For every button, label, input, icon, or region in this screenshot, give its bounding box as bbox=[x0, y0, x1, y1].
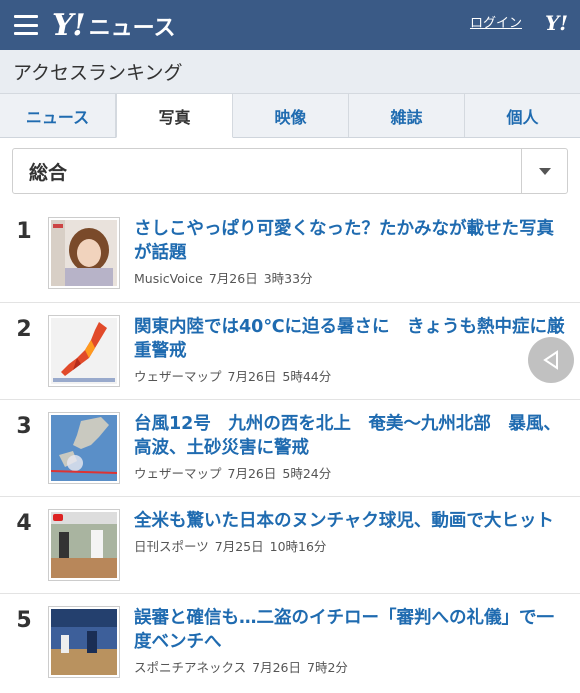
tab-individual[interactable]: 個人 bbox=[465, 94, 580, 137]
rank-number: 1 bbox=[16, 219, 32, 244]
article-time: 10時16分 bbox=[269, 539, 327, 554]
article-source: ウェザーマップ bbox=[134, 369, 222, 384]
tab-video[interactable]: 映像 bbox=[233, 94, 349, 137]
rank-number: 5 bbox=[16, 608, 32, 633]
article-source: ウェザーマップ bbox=[134, 466, 222, 481]
article-time: 3時33分 bbox=[263, 271, 313, 286]
page-title: アクセスランキング bbox=[13, 62, 183, 84]
thumbnail-image[interactable] bbox=[48, 606, 120, 678]
app-header: Y! ニュース ログイン Y! bbox=[0, 0, 580, 50]
tab-news[interactable]: ニュース bbox=[0, 94, 116, 137]
ranking-item[interactable]: 1 さしこやっぱり可愛くなった？たかみなが載せた写真が話題 MusicVoice… bbox=[0, 205, 580, 302]
article-title-link[interactable]: さしこやっぱり可愛くなった？たかみなが載せた写真が話題 bbox=[134, 217, 566, 265]
rank-number: 2 bbox=[16, 317, 32, 342]
thumbnail-image[interactable] bbox=[48, 509, 120, 581]
tab-photo[interactable]: 写真 bbox=[116, 94, 233, 138]
yahoo-top-icon[interactable]: Y! bbox=[545, 11, 568, 35]
login-link[interactable]: ログイン bbox=[470, 12, 522, 31]
ranking-item[interactable]: 2 関東内陸では40℃に迫る暑さに きょうも熱中症に厳重警戒 ウェザーマップ 7月… bbox=[0, 302, 580, 399]
ranking-list: 1 さしこやっぱり可愛くなった？たかみなが載せた写真が話題 MusicVoice… bbox=[0, 205, 580, 690]
thumbnail-image[interactable] bbox=[48, 217, 120, 289]
logo-text: ニュース bbox=[88, 15, 176, 41]
category-tabs: ニュース 写真 映像 雑誌 個人 bbox=[0, 94, 580, 138]
chevron-down-icon[interactable] bbox=[521, 149, 567, 193]
article-date: 7月26日 bbox=[208, 271, 258, 286]
category-select[interactable]: 総合 bbox=[12, 148, 568, 194]
page-title-bar: アクセスランキング bbox=[0, 50, 580, 94]
article-source: スポニチアネックス bbox=[134, 660, 247, 675]
thumbnail-image[interactable] bbox=[48, 412, 120, 484]
article-title-link[interactable]: 関東内陸では40℃に迫る暑さに きょうも熱中症に厳重警戒 bbox=[134, 315, 566, 363]
article-meta: MusicVoice 7月26日 3時33分 bbox=[134, 268, 566, 287]
article-source: 日刊スポーツ bbox=[134, 539, 209, 554]
ranking-item[interactable]: 5 誤審と確信も…二盗のイチロー「審判への礼儀」で一度ベンチへ スポニチアネック… bbox=[0, 593, 580, 690]
article-time: 5時24分 bbox=[282, 466, 332, 481]
yahoo-news-logo[interactable]: Y! ニュース bbox=[52, 8, 176, 43]
rank-number: 4 bbox=[16, 511, 32, 536]
logo-mark: Y! bbox=[52, 7, 86, 43]
article-date: 7月26日 bbox=[252, 660, 301, 675]
thumbnail-image[interactable] bbox=[48, 315, 120, 387]
article-meta: スポニチアネックス 7月26日 7時2分 bbox=[134, 657, 566, 676]
ranking-item[interactable]: 4 全米も驚いた日本のヌンチャク球児、動画で大ヒット 日刊スポーツ 7月25日 10… bbox=[0, 496, 580, 593]
article-title-link[interactable]: 誤審と確信も…二盗のイチロー「審判への礼儀」で一度ベンチへ bbox=[134, 606, 566, 654]
article-date: 7月26日 bbox=[227, 369, 277, 384]
hamburger-menu-icon[interactable] bbox=[14, 15, 38, 35]
article-meta: ウェザーマップ 7月26日 5時44分 bbox=[134, 366, 566, 385]
article-title-link[interactable]: 台風12号 九州の西を北上 奄美〜九州北部 暴風、高波、土砂災害に警戒 bbox=[134, 412, 566, 460]
rank-number: 3 bbox=[16, 414, 32, 439]
tab-magazine[interactable]: 雑誌 bbox=[349, 94, 465, 137]
article-source: MusicVoice bbox=[134, 271, 203, 286]
article-time: 7時2分 bbox=[307, 660, 348, 675]
category-select-value: 総合 bbox=[29, 161, 68, 184]
article-date: 7月26日 bbox=[227, 466, 277, 481]
article-meta: ウェザーマップ 7月26日 5時24分 bbox=[134, 463, 566, 482]
ranking-item[interactable]: 3 台風12号 九州の西を北上 奄美〜九州北部 暴風、高波、土砂災害に警戒 ウェ… bbox=[0, 399, 580, 496]
article-time: 5時44分 bbox=[282, 369, 332, 384]
side-panel-back-icon[interactable] bbox=[528, 337, 574, 383]
article-date: 7月25日 bbox=[214, 539, 264, 554]
article-title-link[interactable]: 全米も驚いた日本のヌンチャク球児、動画で大ヒット bbox=[134, 509, 566, 533]
article-meta: 日刊スポーツ 7月25日 10時16分 bbox=[134, 536, 566, 555]
